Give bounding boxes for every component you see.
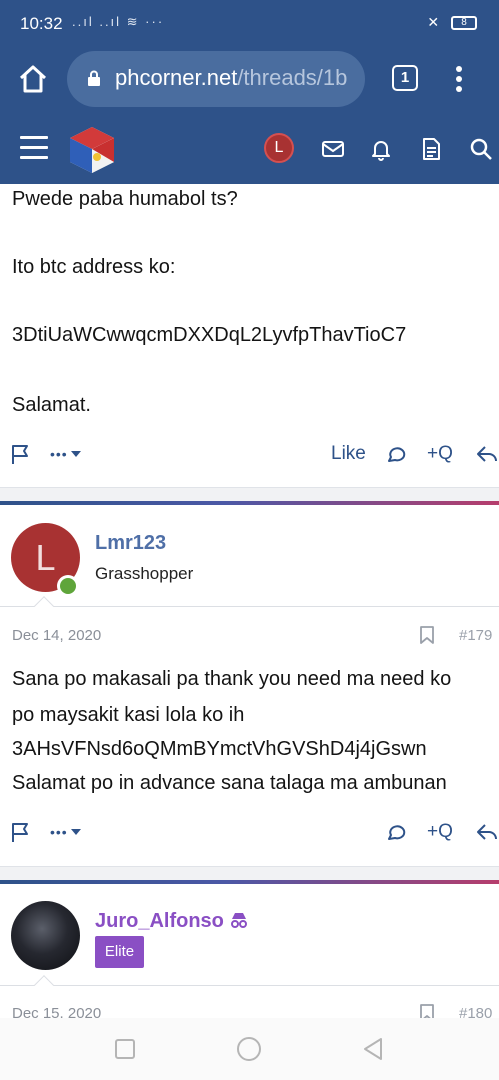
battery-icon: 8 — [451, 16, 477, 31]
post-text-line: Sana po makasali pa thank you need ma ne… — [12, 668, 452, 690]
mute-icon: ✕ — [427, 14, 440, 30]
comment-icon — [388, 447, 406, 462]
poster-avatar[interactable] — [11, 901, 80, 970]
status-bar: 10:32 ..ıl ..ıl ≋ ··· ✕ 8 — [0, 0, 499, 46]
bell-icon[interactable] — [368, 136, 394, 162]
post-top-accent — [0, 880, 499, 884]
multiquote-label: +Q — [427, 443, 453, 464]
post-header-notch — [34, 596, 54, 616]
post-header-divider — [0, 606, 499, 607]
poster-username-text: Juro_Alfonso — [95, 910, 224, 932]
more-vert-icon[interactable] — [451, 64, 467, 94]
site-navbar: L — [0, 112, 499, 184]
more-options-button[interactable]: ••• — [50, 815, 84, 849]
post-header-divider — [0, 985, 499, 986]
post-actions: ••• Like +Q — [0, 437, 499, 471]
signal-icons: ..ıl ..ıl ≋ ··· — [72, 14, 165, 29]
more-dots: ••• — [50, 824, 68, 840]
url-text: phcorner.net/threads/1b — [115, 65, 347, 91]
online-status-icon — [57, 575, 79, 597]
post-top-accent — [0, 501, 499, 505]
more-options-button[interactable]: ••• — [50, 437, 84, 471]
multiquote-button[interactable]: +Q — [427, 815, 453, 849]
flag-icon — [12, 445, 28, 464]
poster-title: Grasshopper — [95, 564, 194, 583]
report-button[interactable] — [10, 437, 32, 471]
reply-button[interactable] — [385, 437, 407, 471]
user-rank-badge: Elite — [95, 936, 144, 968]
more-dots: ••• — [50, 446, 68, 462]
share-button[interactable] — [475, 437, 499, 471]
reply-arrow-icon — [477, 446, 497, 462]
post-text-line: Ito btc address ko: — [12, 256, 176, 278]
post-text-line: Pwede paba humabol ts? — [12, 188, 238, 210]
caret-down-icon — [70, 829, 81, 835]
post-text-line: Salamat. — [12, 394, 91, 416]
caret-down-icon — [70, 451, 81, 457]
poster-username[interactable]: Juro_Alfonso — [95, 910, 249, 933]
post-separator — [0, 866, 499, 880]
post-text-line: po maysakit kasi lola ko ih — [12, 704, 245, 726]
flag-icon — [12, 823, 28, 842]
home-circle-icon[interactable] — [236, 1036, 262, 1062]
post-separator — [0, 487, 499, 501]
post-header-notch — [34, 975, 54, 995]
bookmark-icon[interactable] — [419, 626, 435, 644]
document-icon[interactable] — [418, 136, 444, 162]
url-path: /threads/1b — [237, 65, 348, 90]
url-host: phcorner.net — [115, 65, 238, 90]
reply-arrow-icon — [477, 824, 497, 840]
comment-icon — [388, 825, 406, 840]
inbox-icon[interactable] — [320, 136, 346, 162]
search-icon[interactable] — [468, 136, 494, 162]
post-text-line: Salamat po in advance sana talaga ma amb… — [12, 772, 447, 794]
lock-icon — [88, 70, 100, 86]
site-logo[interactable] — [66, 124, 118, 176]
status-right: ✕ 8 — [427, 14, 477, 31]
poster-username[interactable]: Lmr123 — [95, 532, 166, 555]
post-number[interactable]: #179 — [459, 627, 499, 644]
reply-button[interactable] — [385, 815, 407, 849]
browser-toolbar: phcorner.net/threads/1b 1 — [0, 46, 499, 112]
share-button[interactable] — [475, 815, 499, 849]
post-text-line: 3AHsVFNsd6oQMmBYmctVhGVShD4j4jGswn — [12, 738, 427, 760]
home-icon[interactable] — [18, 64, 48, 94]
multiquote-button[interactable]: +Q — [427, 437, 453, 471]
hamburger-menu-icon[interactable] — [20, 136, 48, 160]
recents-icon[interactable] — [112, 1036, 138, 1062]
tab-switcher-button[interactable]: 1 — [392, 65, 418, 91]
like-label: Like — [331, 443, 366, 464]
user-avatar[interactable]: L — [264, 133, 294, 163]
post-actions: ••• +Q — [0, 815, 499, 849]
multiquote-label: +Q — [427, 821, 453, 842]
like-button[interactable]: Like — [331, 437, 366, 471]
post-date[interactable]: Dec 14, 2020 — [12, 627, 101, 644]
incognito-icon — [231, 913, 248, 928]
status-time: 10:32 — [20, 14, 63, 33]
system-navigation-bar — [0, 1018, 499, 1080]
back-icon[interactable] — [361, 1036, 387, 1062]
post-text-line: 3DtiUaWCwwqcmDXXDqL2LyvfpThavTioC7 — [12, 324, 407, 346]
report-button[interactable] — [10, 815, 32, 849]
address-bar[interactable]: phcorner.net/threads/1b — [67, 51, 365, 107]
